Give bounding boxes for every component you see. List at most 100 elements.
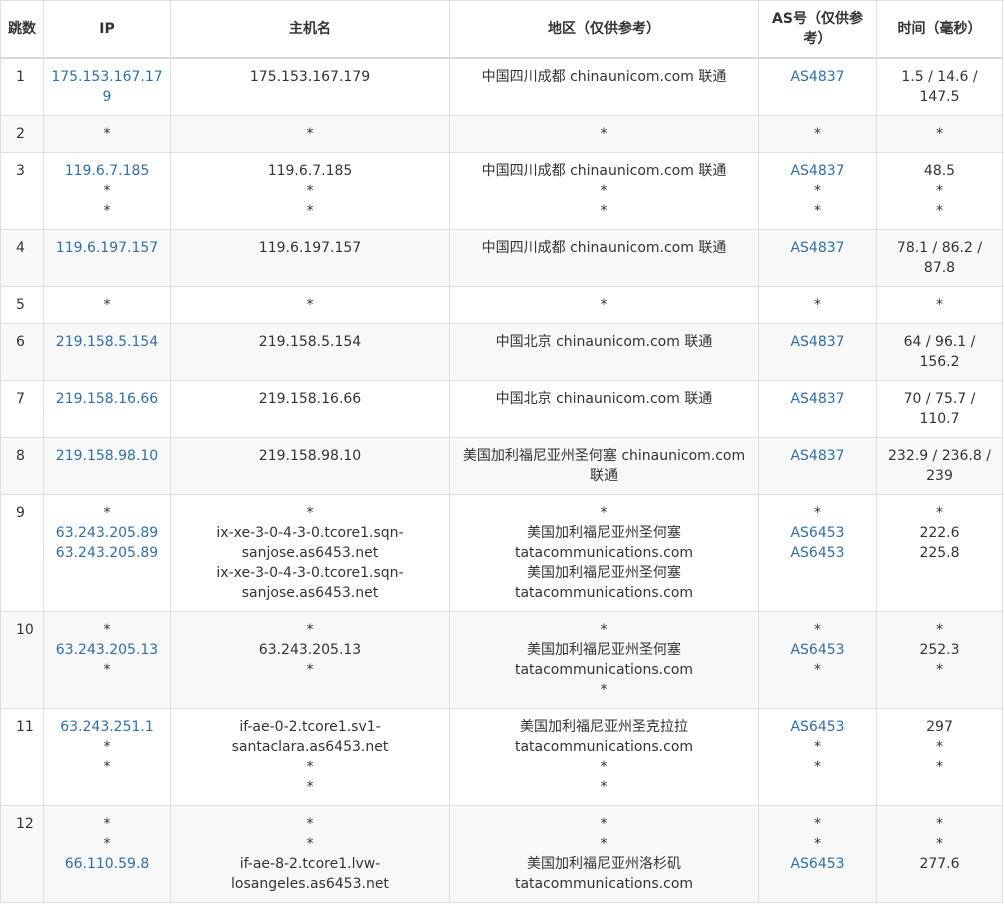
as-text: * bbox=[814, 759, 821, 775]
region-text: 中国四川成都 chinaunicom.com 联通 bbox=[481, 240, 727, 256]
as-cell: * * AS6453 bbox=[758, 805, 877, 903]
time-cell: * bbox=[876, 115, 1003, 153]
table-row: 5 * * * * * bbox=[0, 286, 1003, 324]
host-text: ix-xe-3-0-4-3-0.tcore1.sqn- bbox=[216, 525, 404, 541]
ip-cell: * * 66.110.59.8 bbox=[43, 805, 171, 903]
hop-cell: 4 bbox=[0, 229, 44, 287]
as-link[interactable]: AS4837 bbox=[765, 238, 870, 258]
ip-cell: 219.158.98.10 bbox=[43, 437, 171, 495]
table-row: 6 219.158.5.154 219.158.5.154 中国北京 chinauni… bbox=[0, 323, 1003, 381]
as-link[interactable]: AS6453 bbox=[765, 717, 870, 737]
ip-link[interactable]: 119.6.7.185 bbox=[50, 161, 164, 181]
ip-text: * bbox=[103, 126, 111, 142]
table-body: 1 175.153.167.179 175.153.167.179 中国四川成都 ch… bbox=[0, 57, 1003, 903]
hostname-cell: 119.6.7.185 * * bbox=[170, 152, 450, 230]
as-link[interactable]: AS4837 bbox=[765, 332, 870, 352]
hop-cell: 7 bbox=[0, 380, 44, 438]
as-text: * bbox=[814, 126, 821, 142]
time-text: 297 bbox=[926, 719, 953, 735]
time-text: * bbox=[936, 297, 943, 313]
as-cell: AS4837 bbox=[758, 57, 877, 116]
time-cell: * * 277.6 bbox=[876, 805, 1003, 903]
ip-cell: * bbox=[43, 115, 171, 153]
ip-link[interactable]: 66.110.59.8 bbox=[50, 854, 164, 874]
ip-cell: * bbox=[43, 286, 171, 324]
time-text: 110.7 bbox=[919, 411, 960, 427]
region-text: 中国四川成都 chinaunicom.com 联通 bbox=[481, 163, 727, 179]
ip-link[interactable]: 63.243.205.89 bbox=[50, 523, 164, 543]
as-link[interactable]: AS4837 bbox=[765, 389, 870, 409]
time-text: * bbox=[936, 203, 943, 219]
time-text: 277.6 bbox=[919, 856, 960, 872]
hostname-cell: 175.153.167.179 bbox=[170, 57, 450, 116]
as-text: * bbox=[814, 739, 821, 755]
region-cell: 中国北京 chinaunicom.com 联通 bbox=[449, 380, 759, 438]
time-text: * bbox=[936, 622, 943, 638]
as-text: * bbox=[814, 662, 821, 678]
ip-link[interactable]: 119.6.197.157 bbox=[50, 238, 164, 258]
hop-cell: 9 bbox=[0, 494, 44, 612]
region-text: * bbox=[600, 779, 608, 795]
ip-cell: 175.153.167.179 bbox=[43, 57, 171, 116]
host-text: * bbox=[306, 836, 314, 852]
traceroute-table: 跳数 IP 主机名 地区（仅供参考） AS号（仅供参考） 时间（毫秒） 1 175… bbox=[0, 0, 1003, 903]
host-text: santaclara.as6453.net bbox=[231, 739, 389, 755]
time-text: * bbox=[936, 739, 943, 755]
header-as: AS号（仅供参考） bbox=[758, 0, 877, 59]
ip-link[interactable]: 63.243.205.89 bbox=[50, 543, 164, 563]
table-row: 8 219.158.98.10 219.158.98.10 美国加利福尼亚州圣何塞 c… bbox=[0, 437, 1003, 495]
ip-link[interactable]: 219.158.5.154 bbox=[50, 332, 164, 352]
time-text: * bbox=[936, 126, 943, 142]
table-row: 11 63.243.251.1 * * if-ae-0-2.tcore1.sv1- san… bbox=[0, 708, 1003, 806]
as-link[interactable]: AS4837 bbox=[765, 161, 870, 181]
as-cell: AS4837 bbox=[758, 380, 877, 438]
time-text: * bbox=[936, 183, 943, 199]
region-text: * bbox=[600, 682, 608, 698]
time-text: * bbox=[936, 816, 943, 832]
as-text: * bbox=[814, 816, 821, 832]
table-row: 12 * * 66.110.59.8 * * if-ae-8-2.tcore1.lvw-lo… bbox=[0, 805, 1003, 903]
header-time: 时间（毫秒） bbox=[876, 0, 1003, 59]
host-text: sanjose.as6453.net bbox=[241, 585, 379, 601]
region-text: tatacommunications.com bbox=[514, 585, 694, 601]
region-cell: * bbox=[449, 286, 759, 324]
table-header: 跳数 IP 主机名 地区（仅供参考） AS号（仅供参考） 时间（毫秒） bbox=[0, 0, 1003, 59]
time-text: 225.8 bbox=[919, 545, 960, 561]
table-row: 2 * * * * * bbox=[0, 115, 1003, 153]
region-text: 联通 bbox=[590, 468, 618, 484]
time-text: 252.3 bbox=[919, 642, 960, 658]
region-cell: * 美国加利福尼亚州圣何塞 tatacommunications.com 美国加利福尼… bbox=[449, 494, 759, 612]
time-cell: 70 / 75.7 / 110.7 bbox=[876, 380, 1003, 438]
as-link[interactable]: AS4837 bbox=[765, 67, 870, 87]
host-text: if-ae-8-2.tcore1.lvw- bbox=[239, 856, 381, 872]
as-link[interactable]: AS6453 bbox=[765, 640, 870, 660]
time-text: 156.2 bbox=[919, 354, 960, 370]
as-cell: * bbox=[758, 286, 877, 324]
as-text: * bbox=[814, 505, 821, 521]
as-link[interactable]: AS6453 bbox=[765, 854, 870, 874]
region-text: tatacommunications.com bbox=[514, 662, 694, 678]
host-text: 219.158.5.154 bbox=[258, 334, 362, 350]
ip-link[interactable]: 219.158.16.66 bbox=[50, 389, 164, 409]
ip-link[interactable]: 63.243.251.1 bbox=[50, 717, 164, 737]
as-link[interactable]: AS6453 bbox=[765, 523, 870, 543]
ip-link[interactable]: 63.243.205.13 bbox=[50, 640, 164, 660]
ip-text: * bbox=[103, 836, 111, 852]
as-link[interactable]: AS6453 bbox=[765, 543, 870, 563]
region-text: tatacommunications.com bbox=[514, 739, 694, 755]
hostname-cell: * bbox=[170, 286, 450, 324]
time-cell: 64 / 96.1 / 156.2 bbox=[876, 323, 1003, 381]
ip-text: * bbox=[103, 662, 111, 678]
ip-link[interactable]: 175.153.167.179 bbox=[50, 67, 164, 107]
time-text: 232.9 / 236.8 / bbox=[888, 448, 991, 464]
hop-cell: 2 bbox=[0, 115, 44, 153]
time-text: 78.1 / 86.2 / bbox=[896, 240, 983, 256]
table-row: 7 219.158.16.66 219.158.16.66 中国北京 chinauni… bbox=[0, 380, 1003, 438]
hostname-cell: * ix-xe-3-0-4-3-0.tcore1.sqn-sanjose.as64… bbox=[170, 494, 450, 612]
as-cell: AS6453 * * bbox=[758, 708, 877, 806]
as-text: * bbox=[814, 183, 821, 199]
as-link[interactable]: AS4837 bbox=[765, 446, 870, 466]
hop-cell: 12 bbox=[0, 805, 44, 903]
ip-link[interactable]: 219.158.98.10 bbox=[50, 446, 164, 466]
host-text: * bbox=[306, 816, 314, 832]
